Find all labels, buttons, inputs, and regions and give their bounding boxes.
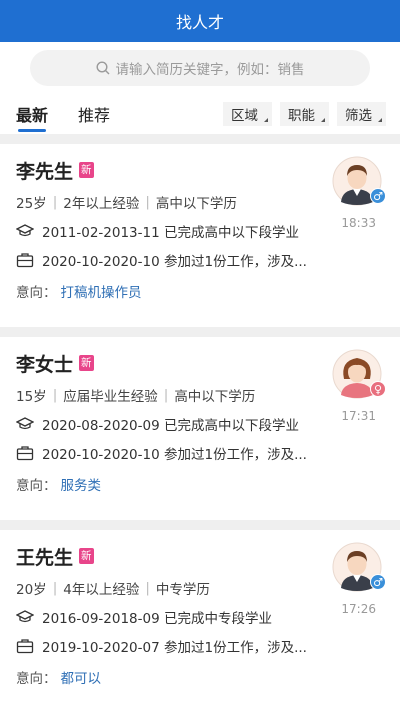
graduation-cap-icon <box>16 610 34 623</box>
work-text: 2020-10-2020-10 参加过1份工作，涉及... <box>42 447 307 463</box>
work-text: 2020-10-2020-10 参加过1份工作，涉及... <box>42 254 307 270</box>
avatar: ♀ <box>332 349 386 399</box>
candidate-experience: 2年以上经验 <box>63 196 140 212</box>
new-badge: 新 <box>79 548 94 564</box>
education-line: 2016-09-2018-09 已完成中专段学业 <box>16 607 384 627</box>
candidate-experience: 4年以上经验 <box>63 582 140 598</box>
filter-group: 区域 职能 筛选 <box>223 102 386 126</box>
candidate-meta: 15岁 | 应届毕业生经验 | 高中以下学历 <box>16 387 256 405</box>
bottom-nav-edge <box>0 707 400 711</box>
intent-line: 意向： 都可以 <box>16 667 384 687</box>
education-line: 2020-08-2020-09 已完成高中以下段学业 <box>16 414 384 434</box>
education-text: 2011-02-2013-11 已完成高中以下段学业 <box>42 225 299 241</box>
search-bar: 请输入简历关键字，例如：销售 <box>0 42 400 94</box>
intent-value: 打稿机操作员 <box>60 285 142 301</box>
work-line: 2019-10-2020-07 参加过1份工作，涉及... <box>16 636 384 656</box>
female-gender-icon: ♀ <box>370 381 386 397</box>
filter-region[interactable]: 区域 <box>223 102 272 126</box>
briefcase-icon <box>16 639 34 654</box>
briefcase-icon <box>16 446 34 461</box>
graduation-cap-icon <box>16 224 34 237</box>
education-text: 2016-09-2018-09 已完成中专段学业 <box>42 611 272 627</box>
filter-function[interactable]: 职能 <box>280 102 329 126</box>
new-badge: 新 <box>79 162 94 178</box>
candidate-meta: 25岁 | 2年以上经验 | 高中以下学历 <box>16 194 237 212</box>
candidate-card[interactable]: 王先生 新 20岁 | 4年以上经验 | 中专学历 2016-09-2018-09 … <box>0 530 400 711</box>
candidate-meta: 20岁 | 4年以上经验 | 中专学历 <box>16 580 210 598</box>
candidate-card[interactable]: 李先生 新 25岁 | 2年以上经验 | 高中以下学历 2011-02-2013-1… <box>0 144 400 327</box>
briefcase-icon <box>16 253 34 268</box>
tab-latest[interactable]: 最新 <box>16 94 48 134</box>
male-gender-icon: ♂ <box>370 188 386 204</box>
search-icon <box>95 61 109 75</box>
intent-value: 都可以 <box>60 671 102 687</box>
avatar: ♂ <box>332 156 386 206</box>
intent-line: 意向： 打稿机操作员 <box>16 281 384 301</box>
tab-bar: 最新 推荐 区域 职能 筛选 <box>0 94 400 134</box>
candidate-age: 25岁 <box>16 196 47 212</box>
work-line: 2020-10-2020-10 参加过1份工作，涉及... <box>16 443 384 463</box>
candidate-education: 高中以下学历 <box>155 196 237 212</box>
intent-label: 意向： <box>16 671 57 687</box>
candidate-name: 王先生 <box>16 546 74 569</box>
new-badge: 新 <box>79 355 94 371</box>
candidate-education: 中专学历 <box>155 582 210 598</box>
candidate-card[interactable]: 李女士 新 15岁 | 应届毕业生经验 | 高中以下学历 2020-08-2020-… <box>0 337 400 520</box>
work-line: 2020-10-2020-10 参加过1份工作，涉及... <box>16 250 384 270</box>
education-line: 2011-02-2013-11 已完成高中以下段学业 <box>16 221 384 241</box>
graduation-cap-icon <box>16 417 34 430</box>
intent-line: 意向： 服务类 <box>16 474 384 494</box>
search-placeholder: 请输入简历关键字，例如：销售 <box>115 62 305 78</box>
intent-label: 意向： <box>16 285 57 301</box>
post-time: 18:33 <box>341 216 376 230</box>
page-title: 找人才 <box>175 13 224 32</box>
candidate-education: 高中以下学历 <box>174 389 256 405</box>
top-bar: 找人才 <box>0 0 400 42</box>
candidate-name: 李女士 <box>16 353 74 376</box>
tab-recommended[interactable]: 推荐 <box>78 94 110 134</box>
intent-value: 服务类 <box>60 478 102 494</box>
work-text: 2019-10-2020-07 参加过1份工作，涉及... <box>42 640 307 656</box>
candidate-name: 李先生 <box>16 160 74 183</box>
search-input[interactable]: 请输入简历关键字，例如：销售 <box>30 50 370 86</box>
male-gender-icon: ♂ <box>370 574 386 590</box>
post-time: 17:26 <box>341 602 376 616</box>
filter-more[interactable]: 筛选 <box>337 102 386 126</box>
intent-label: 意向： <box>16 478 57 494</box>
candidate-age: 15岁 <box>16 389 47 405</box>
post-time: 17:31 <box>341 409 376 423</box>
avatar: ♂ <box>332 542 386 592</box>
candidate-age: 20岁 <box>16 582 47 598</box>
education-text: 2020-08-2020-09 已完成高中以下段学业 <box>42 418 299 434</box>
candidate-experience: 应届毕业生经验 <box>63 389 158 405</box>
